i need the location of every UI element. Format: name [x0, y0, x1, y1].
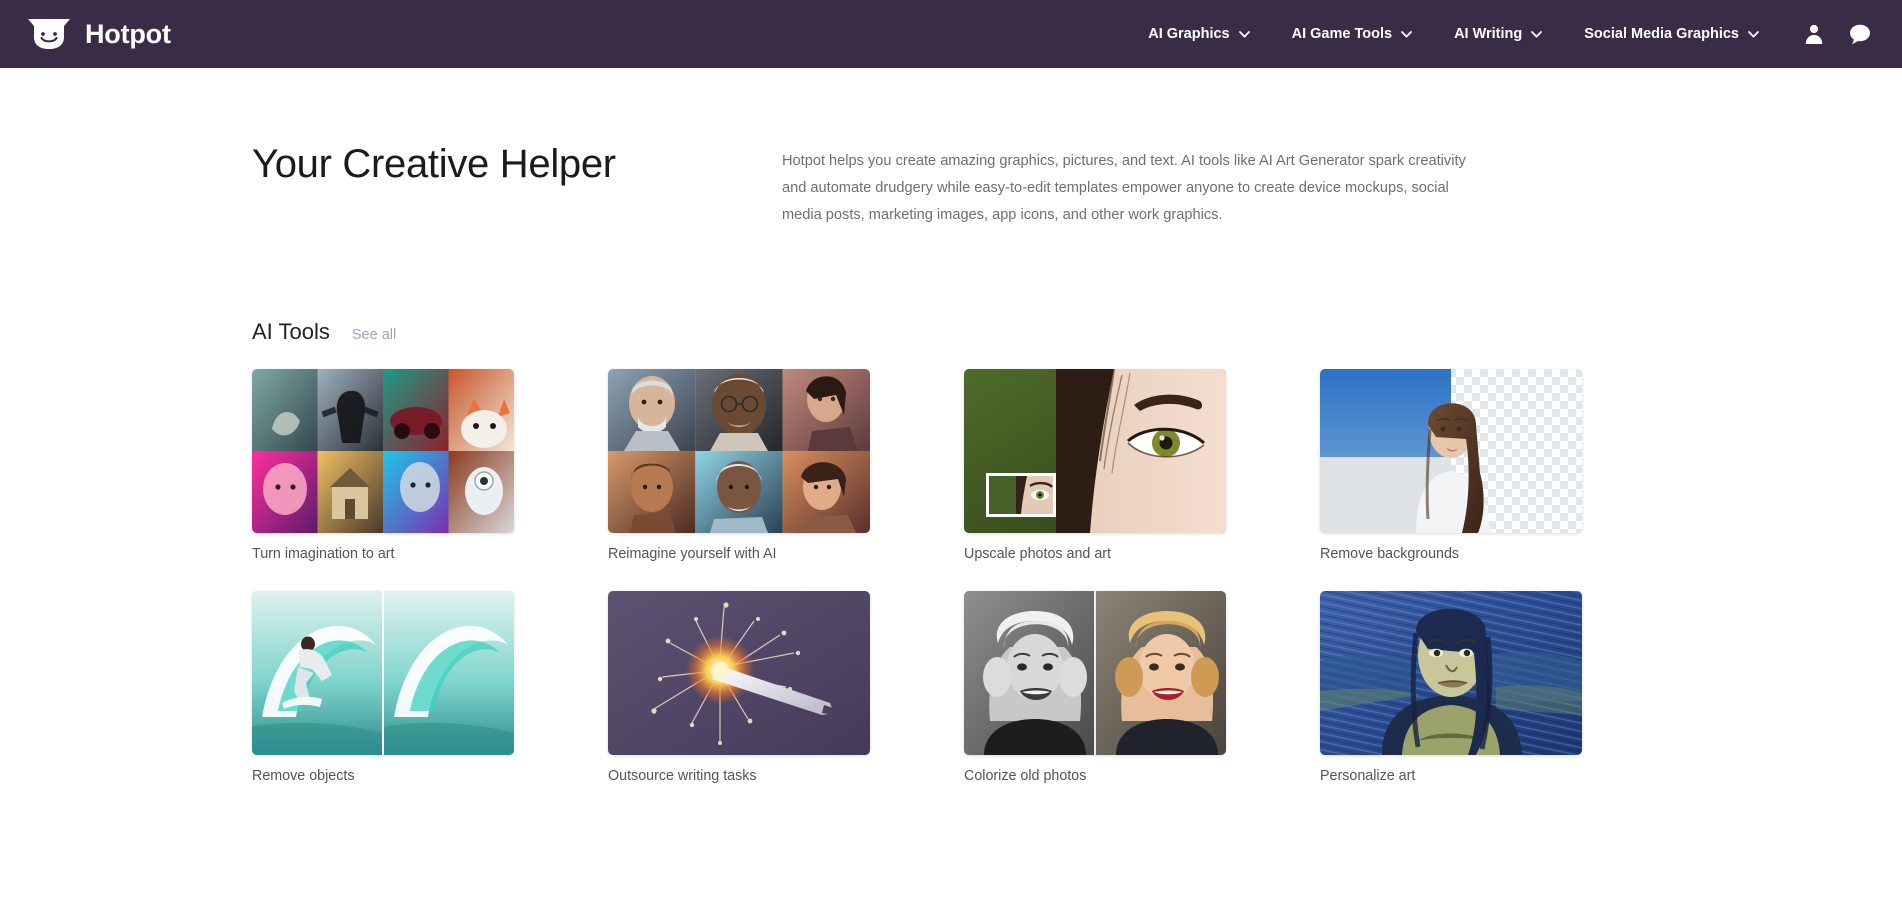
hero-section: Your Creative Helper Hotpot helps you cr…: [252, 68, 1712, 229]
tool-card-personalize-art[interactable]: Personalize art: [1320, 591, 1582, 786]
ai-portraits-grid-thumbnail: [608, 369, 870, 533]
user-account-icon[interactable]: [1802, 22, 1826, 46]
nav-item-ai-game-tools[interactable]: AI Game Tools: [1271, 18, 1433, 50]
tool-card-label: Colorize old photos: [964, 767, 1226, 786]
tool-card-label: Personalize art: [1320, 767, 1582, 786]
chevron-down-icon: [1239, 31, 1250, 38]
nav-item-ai-graphics[interactable]: AI Graphics: [1127, 18, 1270, 50]
ai-tools-grid: Turn imagination to art: [252, 369, 1712, 785]
nav-label: AI Game Tools: [1292, 26, 1392, 42]
tool-card-label: Outsource writing tasks: [608, 767, 870, 786]
main-navigation: AI Graphics AI Game Tools AI Writing Soc…: [1127, 18, 1872, 50]
tool-card-label: Turn imagination to art: [252, 545, 514, 564]
nav-label: Social Media Graphics: [1584, 26, 1739, 42]
content-container: Your Creative Helper Hotpot helps you cr…: [0, 68, 1902, 785]
brand-logo-link[interactable]: Hotpot: [26, 17, 171, 51]
nav-item-social-media-graphics[interactable]: Social Media Graphics: [1563, 18, 1780, 50]
background-remover-thumbnail: [1320, 369, 1582, 533]
eye-upscale-thumbnail: [964, 369, 1226, 533]
brand-name: Hotpot: [85, 19, 171, 50]
site-header: Hotpot AI Graphics AI Game Tools AI Writ…: [0, 0, 1902, 68]
tool-card-label: Reimagine yourself with AI: [608, 545, 870, 564]
nav-label: AI Writing: [1454, 26, 1522, 42]
tool-card-remove-backgrounds[interactable]: Remove backgrounds: [1320, 369, 1582, 564]
page-body: Your Creative Helper Hotpot helps you cr…: [0, 68, 1902, 785]
ai-art-grid-thumbnail: [252, 369, 514, 533]
tool-card-outsource-writing-tasks[interactable]: Outsource writing tasks: [608, 591, 870, 786]
stylized-mona-lisa-thumbnail: [1320, 591, 1582, 755]
chat-bubble-icon[interactable]: [1848, 22, 1872, 46]
ai-tools-section-header: AI Tools See all: [252, 319, 1712, 345]
tool-card-remove-objects[interactable]: Remove objects: [252, 591, 514, 786]
hero-description: Hotpot helps you create amazing graphics…: [782, 148, 1482, 229]
chevron-down-icon: [1401, 31, 1412, 38]
tool-card-label: Remove objects: [252, 767, 514, 786]
tool-card-reimagine-yourself-with-ai[interactable]: Reimagine yourself with AI: [608, 369, 870, 564]
tool-card-label: Remove backgrounds: [1320, 545, 1582, 564]
section-title: AI Tools: [252, 319, 330, 345]
colorize-portrait-thumbnail: [964, 591, 1226, 755]
chevron-down-icon: [1531, 31, 1542, 38]
object-remover-surfer-thumbnail: [252, 591, 514, 755]
tool-card-turn-imagination-to-art[interactable]: Turn imagination to art: [252, 369, 514, 564]
page-title: Your Creative Helper: [252, 140, 782, 189]
nav-item-ai-writing[interactable]: AI Writing: [1433, 18, 1563, 50]
tool-card-colorize-old-photos[interactable]: Colorize old photos: [964, 591, 1226, 786]
hotpot-smiling-pot-logo: [26, 17, 72, 51]
nav-label: AI Graphics: [1148, 26, 1229, 42]
tool-card-label: Upscale photos and art: [964, 545, 1226, 564]
ai-tools-section: AI Tools See all: [252, 319, 1712, 785]
chevron-down-icon: [1748, 31, 1759, 38]
see-all-link[interactable]: See all: [352, 327, 396, 343]
header-icon-group: [1802, 22, 1872, 46]
tool-card-upscale-photos-and-art[interactable]: Upscale photos and art: [964, 369, 1226, 564]
sparkling-pen-thumbnail: [608, 591, 870, 755]
